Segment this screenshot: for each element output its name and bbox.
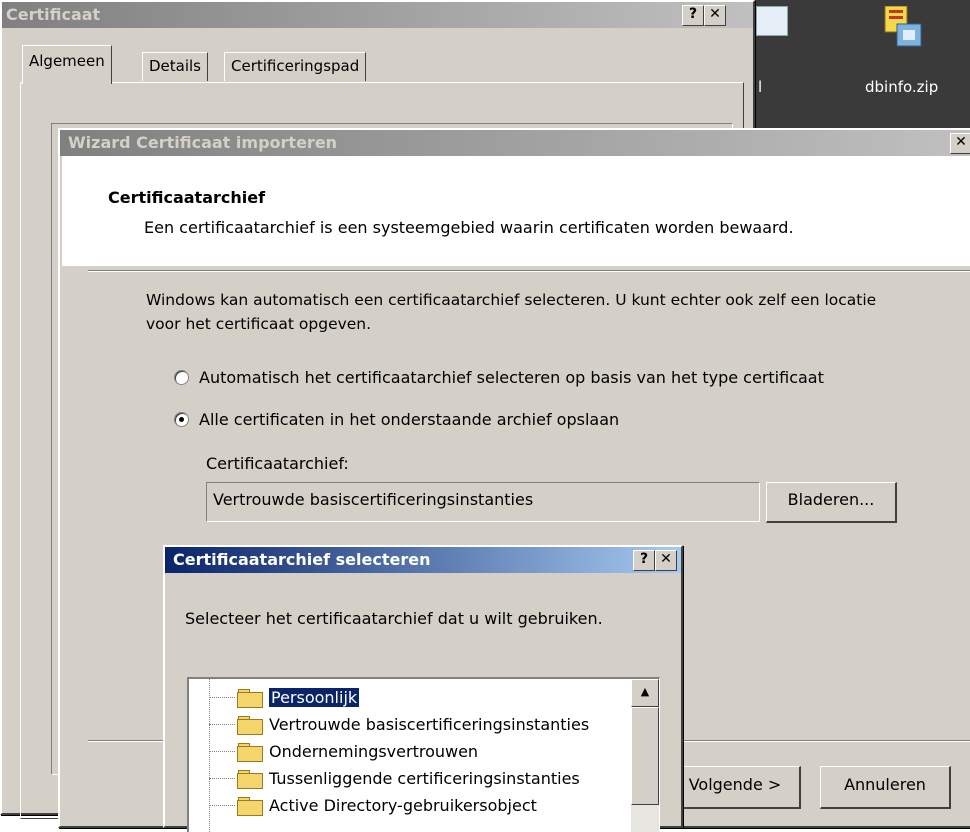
tree-item-onderneming[interactable]: Ondernemingsvertrouwen [209,739,478,763]
folder-icon [237,688,263,708]
tree-item-vertrouwde[interactable]: Vertrouwde basiscertificeringsinstanties [209,712,589,736]
wizard-title: Wizard Certificaat importeren [68,133,338,152]
store-tree[interactable]: Persoonlijk Vertrouwde basiscertificerin… [187,677,660,832]
scroll-up-icon[interactable]: ▲ [631,679,659,707]
header-divider [88,270,970,272]
tree-item-active-directory[interactable]: Active Directory-gebruikersobject [209,793,537,817]
wizard-description: Windows kan automatisch een certificaata… [146,291,877,333]
certificate-window-title: Certificaat [6,5,101,24]
tree-scrollbar[interactable]: ▲ [631,679,659,832]
certificate-window-titlebar[interactable]: Certificaat [2,2,753,28]
tree-item-persoonlijk[interactable]: Persoonlijk [209,685,360,709]
tree-item-label: Vertrouwde basiscertificeringsinstanties [269,714,590,734]
select-store-dialog: Certificaatarchief selecteren ? ✕ Select… [163,545,683,832]
tab-certificeringspad[interactable]: Certificeringspad [224,52,367,81]
wizard-heading: Certificaatarchief [108,188,266,207]
wizard-subheading: Een certificaatarchief is een systeemgeb… [144,218,794,237]
tree-item-label: Persoonlijk [269,687,360,707]
select-close-button[interactable]: ✕ [655,550,677,571]
cancel-button[interactable]: Annuleren [820,766,951,809]
select-prompt: Selecteer het certificaatarchief dat u w… [185,609,603,628]
help-button[interactable]: ? [682,5,704,26]
radio-manual[interactable] [174,412,189,427]
select-dialog-title: Certificaatarchief selecteren [173,550,431,569]
radio-auto-label[interactable]: Automatisch het certificaatarchief selec… [199,368,824,387]
radio-auto-option[interactable]: Automatisch het certificaatarchief selec… [174,368,824,387]
tab-algemeen[interactable]: Algemeen [22,45,112,84]
store-label: Certificaatarchief: [206,454,349,473]
document-icon[interactable] [756,6,788,36]
folder-icon [237,742,263,762]
store-field: Vertrouwde basiscertificeringsinstanties [206,482,760,522]
wizard-titlebar[interactable]: Wizard Certificaat importeren [60,130,970,156]
close-button[interactable]: ✕ [704,5,726,26]
wizard-header-panel [62,156,970,266]
folder-icon [237,796,263,816]
folder-icon [237,769,263,789]
tree-item-label: Active Directory-gebruikersobject [269,795,537,815]
browse-button[interactable]: Bladeren... [766,482,897,523]
radio-manual-option[interactable]: Alle certificaten in het onderstaande ar… [174,410,619,429]
tree-item-tussenliggend[interactable]: Tussenliggende certificeringsinstanties [209,766,580,790]
wizard-close-button[interactable]: ✕ [950,133,970,154]
next-button[interactable]: Volgende > [670,766,801,809]
zip-file-icon[interactable] [875,6,925,48]
scroll-thumb[interactable] [631,707,659,805]
radio-manual-label[interactable]: Alle certificaten in het onderstaande ar… [199,410,619,429]
tree-item-label: Ondernemingsvertrouwen [269,741,479,761]
tab-details[interactable]: Details [142,52,209,81]
desktop-label-fragment: l [758,78,763,96]
tree-item-label: Tussenliggende certificeringsinstanties [269,768,580,788]
select-help-button[interactable]: ? [633,550,655,571]
folder-icon [237,715,263,735]
radio-auto[interactable] [174,370,189,385]
select-dialog-titlebar[interactable]: Certificaatarchief selecteren [165,547,681,573]
zip-file-label[interactable]: dbinfo.zip [865,78,938,96]
